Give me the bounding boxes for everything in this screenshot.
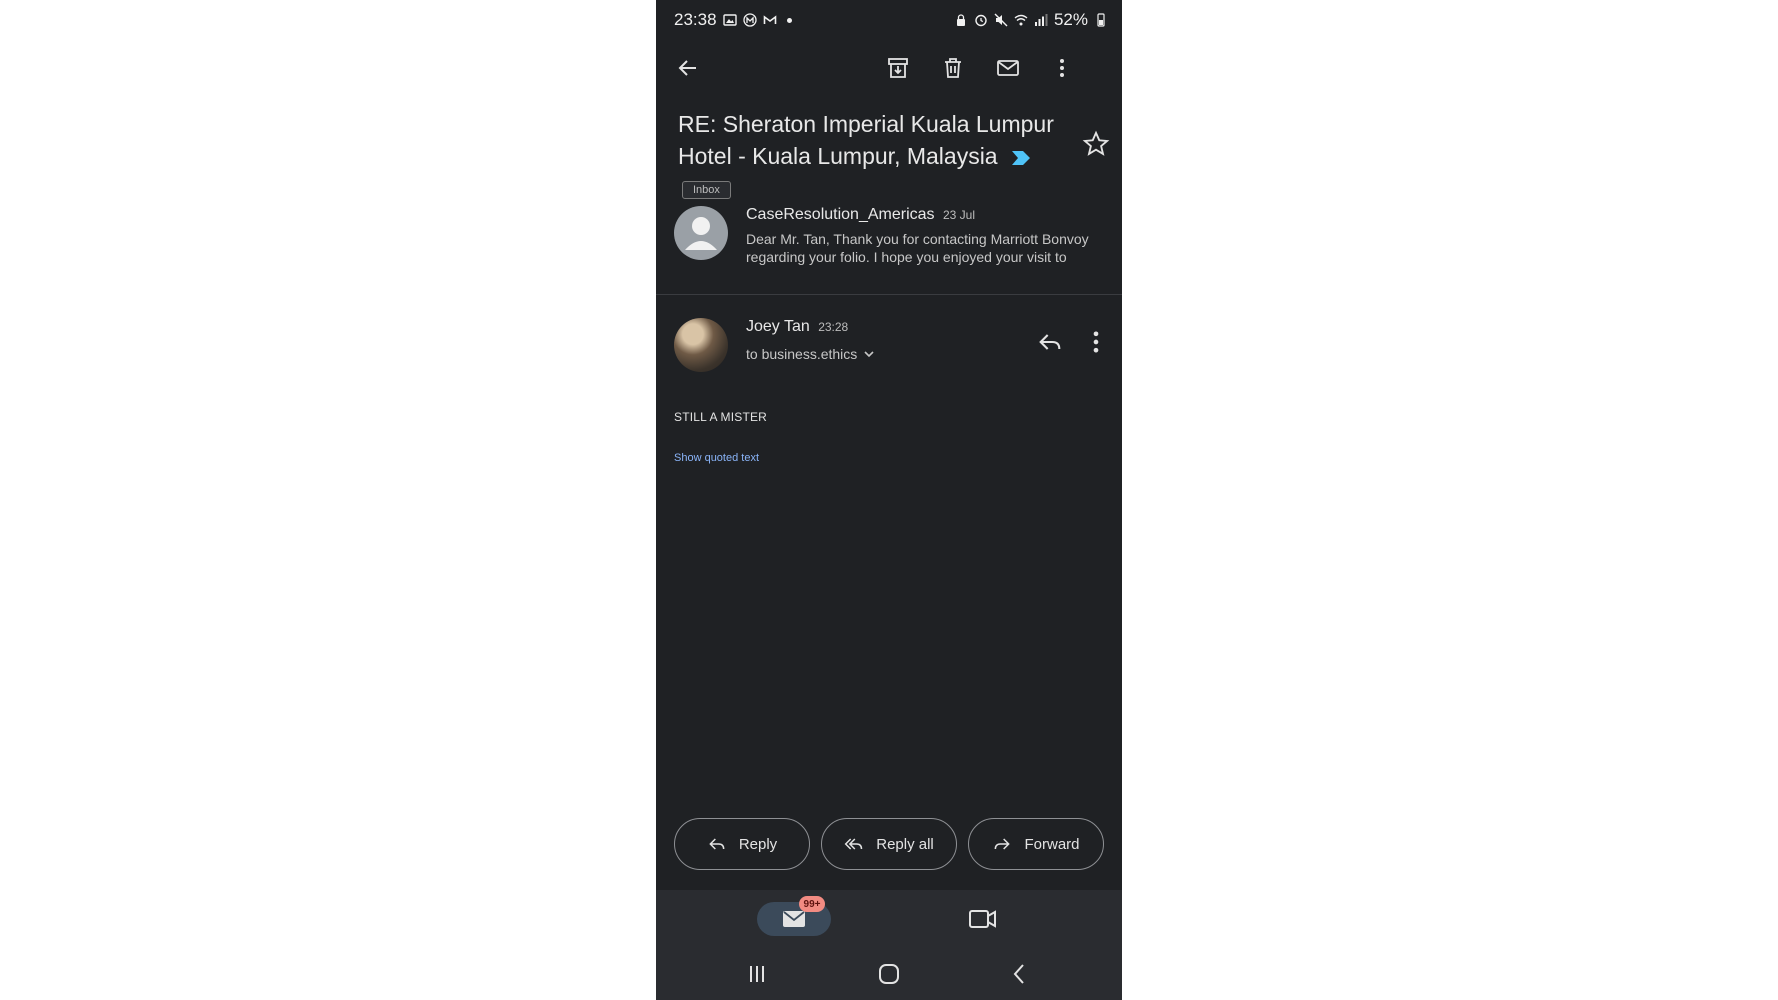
- battery-percent: 52%: [1053, 10, 1088, 29]
- mail-tab[interactable]: 99+: [757, 896, 831, 936]
- delete-button[interactable]: [939, 54, 967, 82]
- forward-button[interactable]: Forward: [968, 818, 1104, 870]
- show-quoted-text-link[interactable]: Show quoted text: [674, 452, 759, 464]
- more-notifications-dot: [786, 17, 792, 23]
- mute-icon: [994, 13, 1008, 27]
- archive-icon: [888, 58, 908, 78]
- unread-badge: 99+: [799, 896, 825, 912]
- reply-actions: Reply Reply all Forward: [674, 818, 1104, 872]
- recent-apps-icon[interactable]: [743, 960, 771, 988]
- reply-all-icon: [844, 838, 863, 850]
- message-item-collapsed[interactable]: CaseResolution_Americas 23 Jul Dear Mr. …: [656, 200, 1122, 294]
- inbox-label[interactable]: Inbox: [682, 180, 731, 199]
- reply-label: Reply: [738, 835, 778, 853]
- system-back-icon[interactable]: [1006, 960, 1034, 988]
- wifi-icon: [1014, 13, 1028, 27]
- phone-screen: 23:38 52% RE: Sheraton Imperial Kuala Lu…: [656, 0, 1122, 1000]
- gmail-icon: [763, 13, 777, 27]
- delete-icon: [945, 58, 961, 78]
- mark-unread-button[interactable]: [994, 54, 1022, 82]
- reply-all-label: Reply all: [876, 835, 934, 853]
- meet-video-icon[interactable]: [968, 906, 998, 932]
- recipient-details-toggle[interactable]: to business.ethics: [746, 346, 875, 362]
- status-time: 23:38: [674, 10, 717, 29]
- email-subject: RE: Sheraton Imperial Kuala Lumpur Hotel…: [678, 108, 1078, 204]
- reply-icon: [709, 838, 725, 850]
- gallery-icon: [722, 13, 737, 27]
- email-toolbar: [656, 46, 1122, 90]
- forward-label: Forward: [1024, 835, 1080, 853]
- status-right: 52%: [954, 10, 1108, 30]
- forward-icon: [995, 838, 1011, 850]
- divider: [656, 294, 1122, 295]
- person-icon: [685, 217, 717, 250]
- message-date: 23 Jul: [942, 208, 976, 222]
- sender-name: CaseResolution_Americas: [746, 206, 935, 223]
- sender-row: Joey Tan 23:28: [746, 318, 848, 336]
- subject-text: RE: Sheraton Imperial Kuala Lumpur Hotel…: [678, 111, 1054, 169]
- recipient-text: to business.ethics: [746, 346, 858, 362]
- sender-row: CaseResolution_Americas 23 Jul: [746, 206, 975, 224]
- gmail-notification-icon: [742, 13, 757, 27]
- message-time: 23:28: [818, 320, 849, 334]
- home-icon[interactable]: [875, 960, 903, 988]
- importance-marker-icon[interactable]: [1012, 150, 1030, 165]
- bottom-navigation: 99+: [656, 890, 1122, 946]
- alarm-icon: [974, 13, 988, 27]
- back-button[interactable]: [674, 54, 702, 82]
- battery-icon: [1094, 13, 1108, 27]
- message-snippet: Dear Mr. Tan, Thank you for contacting M…: [746, 231, 1089, 265]
- mark-unread-icon: [997, 60, 1019, 76]
- status-left: 23:38: [674, 10, 792, 30]
- status-bar: 23:38 52%: [656, 0, 1122, 40]
- more-vert-icon: [1060, 59, 1064, 77]
- reply-button[interactable]: Reply: [674, 818, 810, 870]
- lte-signal-icon: [1034, 13, 1048, 27]
- reply-icon[interactable]: [1036, 328, 1064, 356]
- message-body: STILL A MISTER: [674, 410, 768, 424]
- star-icon[interactable]: [1082, 130, 1110, 158]
- lock-icon: [954, 13, 968, 27]
- system-navigation-bar: [656, 946, 1122, 1000]
- more-vert-icon[interactable]: [1082, 328, 1110, 356]
- sender-name: Joey Tan: [746, 318, 810, 335]
- back-arrow-icon: [678, 60, 696, 76]
- mail-icon: [783, 911, 805, 927]
- reply-all-button[interactable]: Reply all: [821, 818, 957, 870]
- avatar: [674, 206, 728, 260]
- chevron-down-icon: [864, 351, 874, 358]
- avatar[interactable]: [674, 318, 728, 372]
- more-options-button[interactable]: [1048, 54, 1076, 82]
- archive-button[interactable]: [884, 54, 912, 82]
- message-item-expanded: Joey Tan 23:28 to business.ethics: [656, 312, 1122, 392]
